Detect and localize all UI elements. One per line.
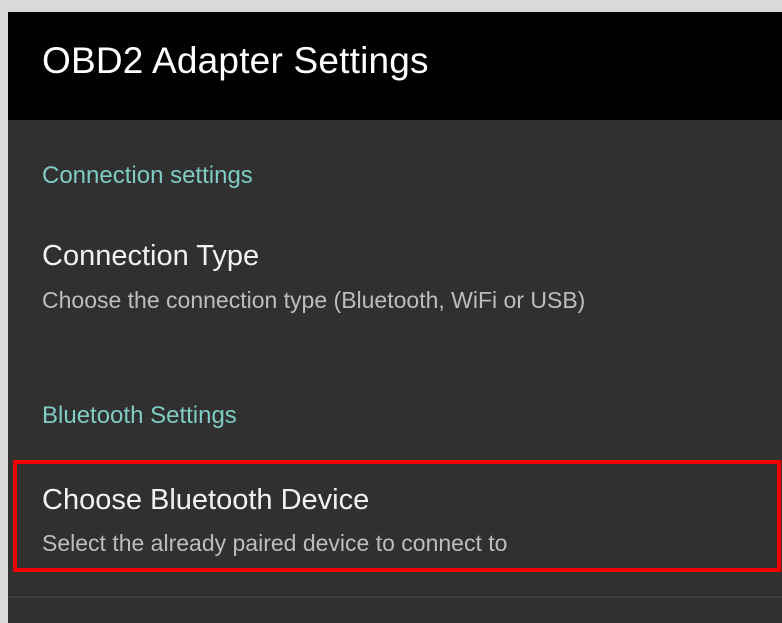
choose-bluetooth-device-title: Choose Bluetooth Device xyxy=(42,484,370,516)
list-divider xyxy=(8,596,782,598)
connection-type-title: Connection Type xyxy=(42,240,260,272)
category-connection-settings: Connection settings xyxy=(42,162,253,189)
page-title: OBD2 Adapter Settings xyxy=(42,40,429,81)
connection-type-preference[interactable]: Connection Type Choose the connection ty… xyxy=(8,232,782,342)
settings-screen: OBD2 Adapter Settings Connection setting… xyxy=(8,12,782,623)
choose-bluetooth-device-preference[interactable]: Choose Bluetooth Device Select the alrea… xyxy=(13,460,781,572)
category-bluetooth-settings: Bluetooth Settings xyxy=(42,402,237,429)
app-bar: OBD2 Adapter Settings xyxy=(8,12,782,120)
choose-bluetooth-device-summary: Select the already paired device to conn… xyxy=(42,530,508,556)
connection-type-summary: Choose the connection type (Bluetooth, W… xyxy=(42,287,586,313)
